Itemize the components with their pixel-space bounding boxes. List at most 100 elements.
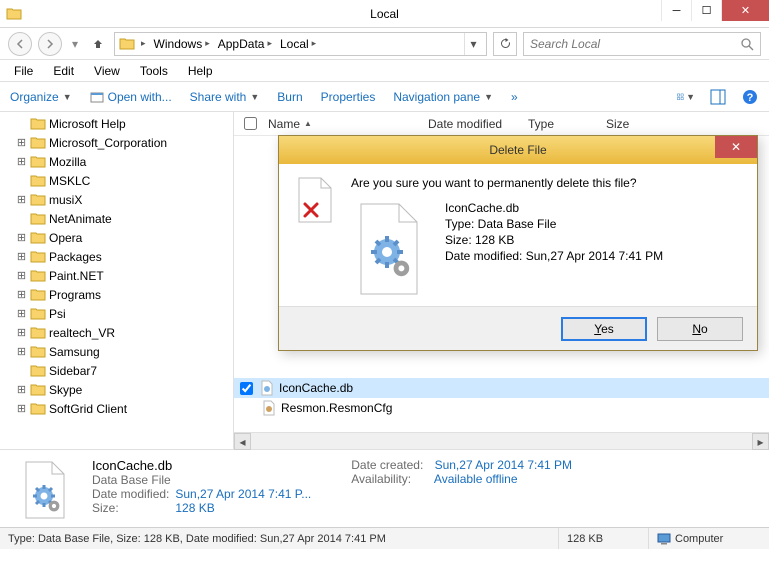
tree-item-label: Opera xyxy=(49,231,82,245)
search-input[interactable] xyxy=(530,37,736,51)
breadcrumb-segment[interactable]: Local▸ xyxy=(278,37,320,51)
tree-item[interactable]: ⊞Microsoft_Corporation xyxy=(0,133,233,152)
menu-tools[interactable]: Tools xyxy=(132,62,176,80)
address-bar[interactable]: ▸ Windows▸ AppData▸ Local▸ ▾ xyxy=(114,32,487,56)
computer-icon xyxy=(657,533,671,545)
search-icon xyxy=(740,37,754,51)
expand-icon[interactable]: ⊞ xyxy=(16,270,27,281)
tree-item[interactable]: NetAnimate xyxy=(0,209,233,228)
tree-item[interactable]: ⊞SoftGrid Client xyxy=(0,399,233,418)
open-with-button[interactable]: Open with... xyxy=(90,90,172,104)
menu-help[interactable]: Help xyxy=(180,62,221,80)
expand-icon[interactable] xyxy=(16,213,27,224)
expand-icon[interactable]: ⊞ xyxy=(16,346,27,357)
tree-item[interactable]: ⊞ Paint.NET xyxy=(0,266,233,285)
expand-icon[interactable]: ⊞ xyxy=(16,289,27,300)
horizontal-scrollbar[interactable]: ◂ ▸ xyxy=(234,432,769,449)
toolbar-overflow[interactable]: » xyxy=(511,90,518,104)
menu-edit[interactable]: Edit xyxy=(45,62,82,80)
tree-item-label: Paint.NET xyxy=(49,269,104,283)
tree-item[interactable]: ⊞realtech_VR xyxy=(0,323,233,342)
expand-icon[interactable]: ⊞ xyxy=(16,327,27,338)
scroll-right-button[interactable]: ▸ xyxy=(752,433,769,450)
details-filename: IconCache.db xyxy=(92,458,311,473)
file-row[interactable]: Resmon.ResmonCfg xyxy=(234,398,769,418)
expand-icon[interactable] xyxy=(16,118,27,129)
window-title: Local xyxy=(370,7,399,21)
no-button[interactable]: No xyxy=(657,317,743,341)
svg-text:?: ? xyxy=(747,92,754,104)
expand-icon[interactable]: ⊞ xyxy=(16,403,27,414)
folder-icon xyxy=(30,193,46,206)
close-button[interactable]: ✕ xyxy=(721,0,769,21)
status-bar: Type: Data Base File, Size: 128 KB, Date… xyxy=(0,527,769,549)
tree-item[interactable]: ⊞Samsung xyxy=(0,342,233,361)
tree-item-label: Sidebar7 xyxy=(49,364,97,378)
dialog-close-button[interactable]: ✕ xyxy=(715,136,757,158)
column-size[interactable]: Size xyxy=(598,117,658,131)
folder-icon xyxy=(30,307,46,320)
folder-icon xyxy=(30,364,46,377)
column-type[interactable]: Type xyxy=(520,117,598,131)
up-button[interactable] xyxy=(88,34,108,54)
folder-tree[interactable]: Microsoft Help⊞Microsoft_Corporation⊞Moz… xyxy=(0,112,234,449)
preview-pane-button[interactable] xyxy=(709,88,727,106)
folder-icon xyxy=(30,155,46,168)
breadcrumb-segment[interactable]: AppData▸ xyxy=(216,37,276,51)
burn-button[interactable]: Burn xyxy=(277,90,302,104)
back-button[interactable] xyxy=(8,32,32,56)
history-dropdown[interactable]: ▾ xyxy=(68,37,82,51)
dialog-titlebar[interactable]: Delete File ✕ xyxy=(279,136,757,164)
breadcrumb-segment[interactable]: Windows▸ xyxy=(152,37,214,51)
column-modified[interactable]: Date modified xyxy=(420,117,520,131)
file-checkbox[interactable] xyxy=(240,382,253,395)
expand-icon[interactable] xyxy=(16,365,27,376)
tree-item[interactable]: MSKLC xyxy=(0,171,233,190)
scroll-left-button[interactable]: ◂ xyxy=(234,433,251,450)
tree-item[interactable]: Sidebar7 xyxy=(0,361,233,380)
search-box[interactable] xyxy=(523,32,761,56)
yes-button[interactable]: Yes xyxy=(561,317,647,341)
breadcrumb-segment: ▸ xyxy=(137,38,150,49)
forward-button[interactable] xyxy=(38,32,62,56)
tree-item-label: Psi xyxy=(49,307,66,321)
refresh-button[interactable] xyxy=(493,32,517,56)
maximize-button[interactable]: ☐ xyxy=(691,0,721,21)
organize-menu[interactable]: Organize▼ xyxy=(10,90,72,104)
folder-icon xyxy=(30,402,46,415)
expand-icon[interactable]: ⊞ xyxy=(16,384,27,395)
folder-icon xyxy=(30,250,46,263)
minimize-button[interactable]: ─ xyxy=(661,0,691,21)
tree-item[interactable]: ⊞musiX xyxy=(0,190,233,209)
expand-icon[interactable]: ⊞ xyxy=(16,194,27,205)
delete-file-dialog: Delete File ✕ Are you sure you want to p… xyxy=(278,135,758,351)
address-dropdown[interactable]: ▾ xyxy=(464,33,482,55)
menu-file[interactable]: File xyxy=(6,62,41,80)
tree-item[interactable]: ⊞Packages xyxy=(0,247,233,266)
column-headers: Name▲ Date modified Type Size xyxy=(234,112,769,136)
expand-icon[interactable]: ⊞ xyxy=(16,308,27,319)
file-row[interactable]: IconCache.db xyxy=(234,378,769,398)
expand-icon[interactable]: ⊞ xyxy=(16,232,27,243)
menu-view[interactable]: View xyxy=(86,62,128,80)
expand-icon[interactable]: ⊞ xyxy=(16,251,27,262)
details-availability: Available offline xyxy=(434,472,518,486)
view-mode-button[interactable]: ▼ xyxy=(677,88,695,106)
tree-item[interactable]: ⊞Skype xyxy=(0,380,233,399)
select-all-checkbox[interactable] xyxy=(244,117,257,130)
expand-icon[interactable] xyxy=(16,175,27,186)
expand-icon[interactable]: ⊞ xyxy=(16,156,27,167)
expand-icon[interactable]: ⊞ xyxy=(16,137,27,148)
share-with-menu[interactable]: Share with▼ xyxy=(190,90,260,104)
nav-bar: ▾ ▸ Windows▸ AppData▸ Local▸ ▾ xyxy=(0,28,769,60)
help-icon[interactable]: ? xyxy=(741,88,759,106)
tree-item[interactable]: ⊞ Opera xyxy=(0,228,233,247)
navigation-pane-menu[interactable]: Navigation pane▼ xyxy=(393,90,493,104)
tree-item[interactable]: ⊞Programs xyxy=(0,285,233,304)
folder-icon xyxy=(30,174,46,187)
properties-button[interactable]: Properties xyxy=(321,90,376,104)
tree-item[interactable]: ⊞Mozilla xyxy=(0,152,233,171)
tree-item[interactable]: ⊞ Psi xyxy=(0,304,233,323)
column-name[interactable]: Name▲ xyxy=(260,117,420,131)
tree-item[interactable]: Microsoft Help xyxy=(0,114,233,133)
